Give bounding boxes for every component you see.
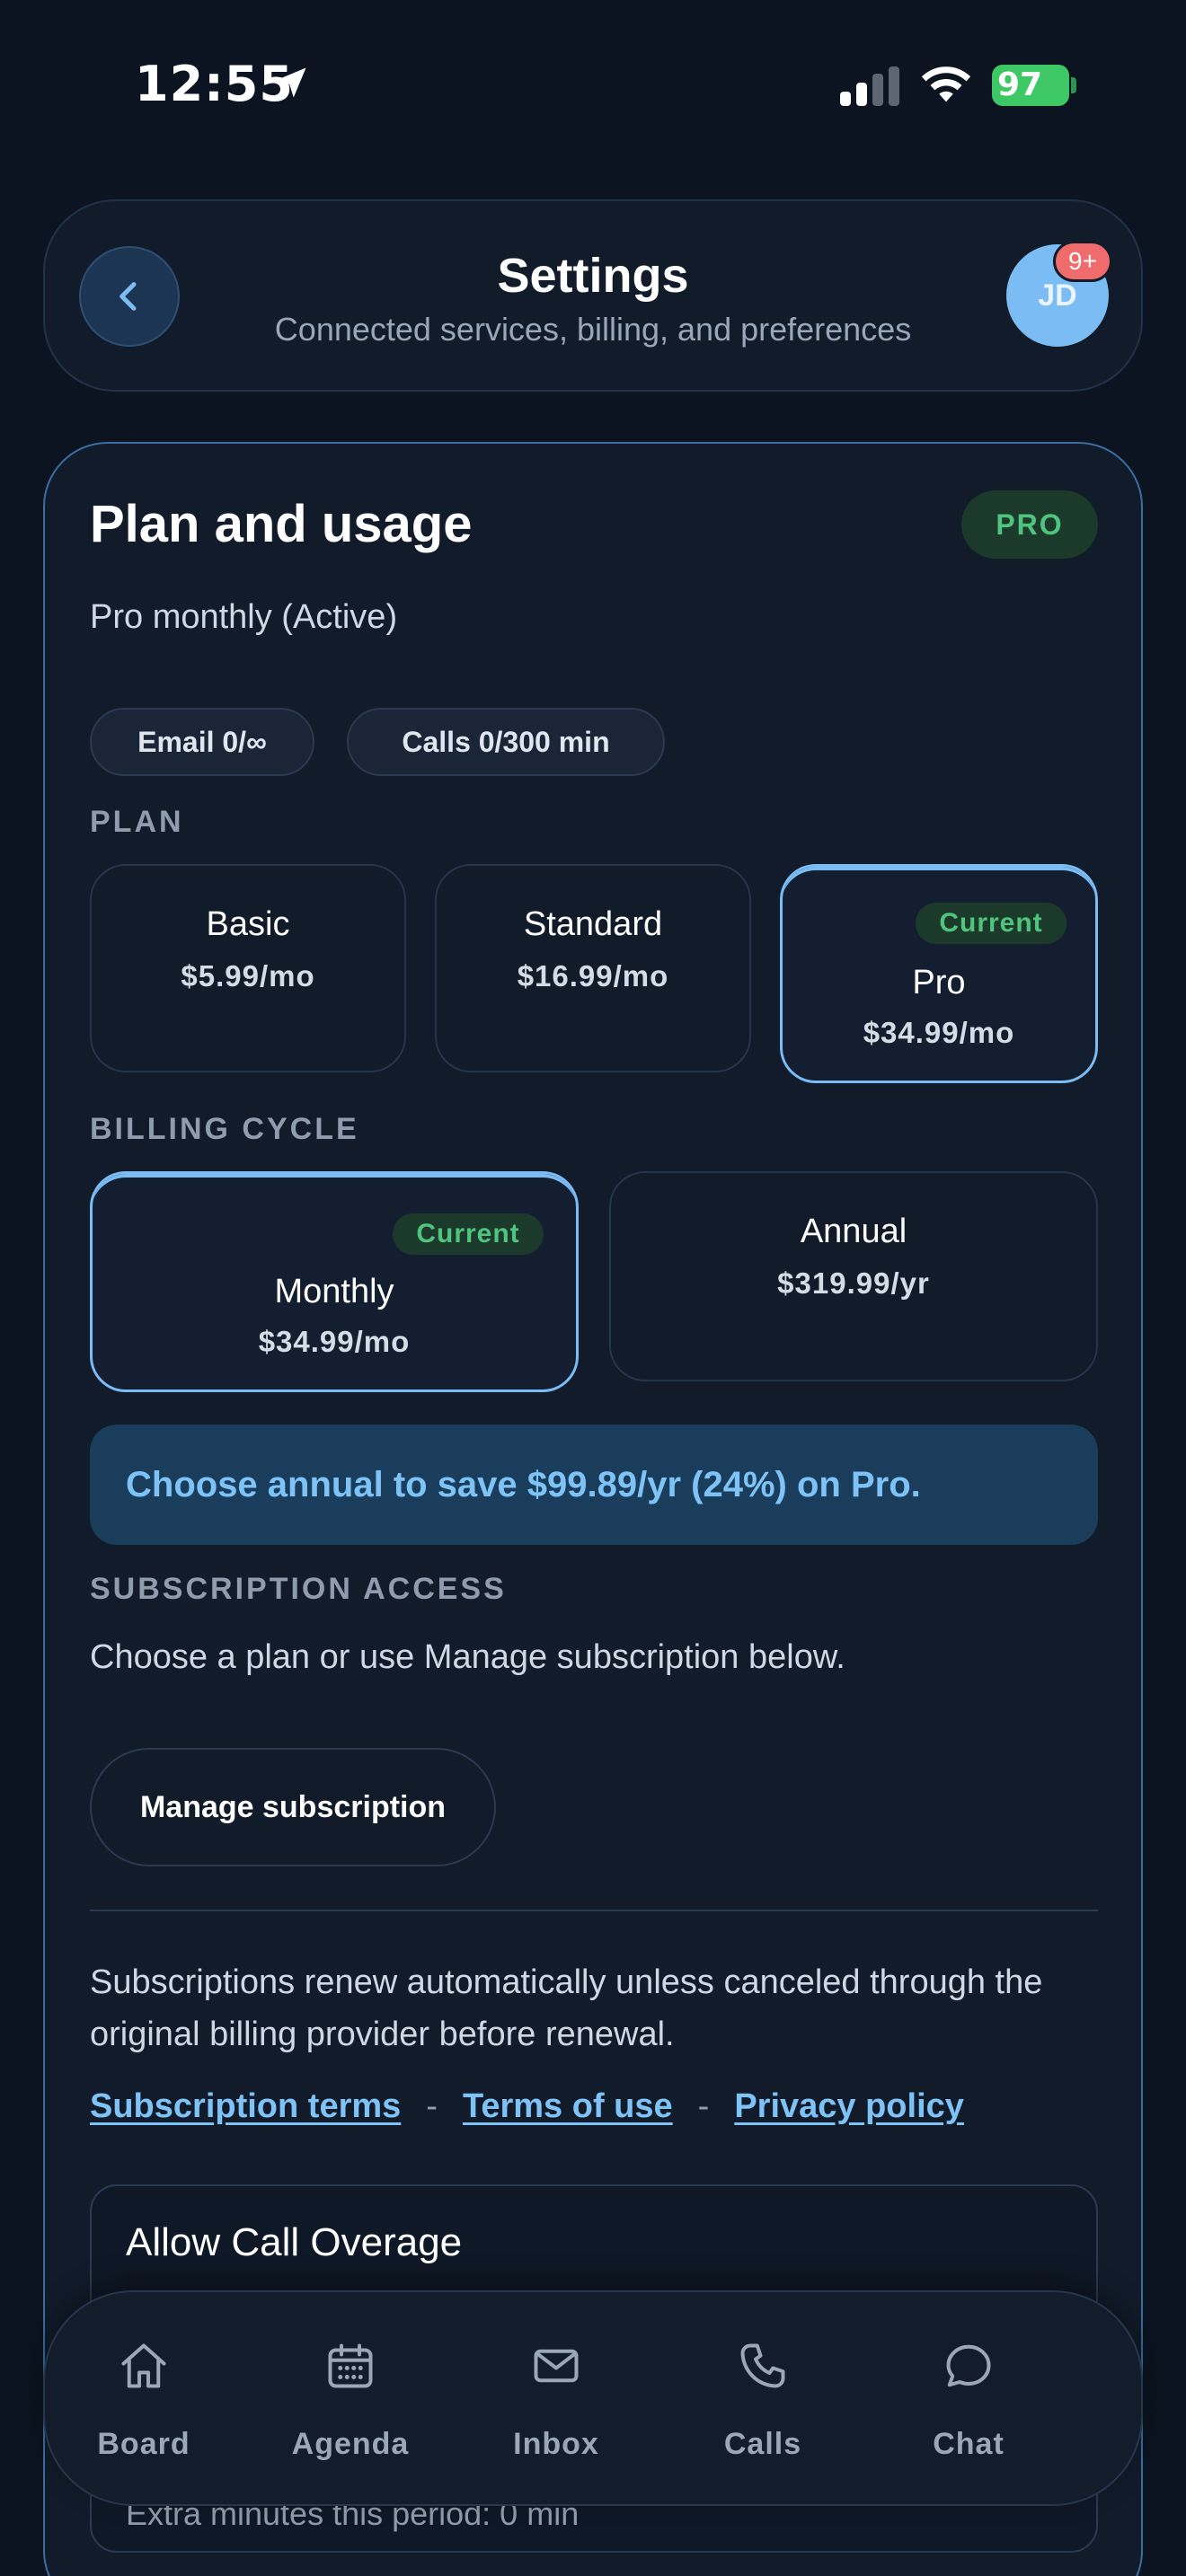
calls-usage-chip: Calls 0/300 min [347, 708, 665, 776]
plan-option-pro[interactable]: Current Pro $34.99/mo [780, 864, 1098, 1083]
plan-option-standard[interactable]: Standard $16.99/mo [435, 864, 751, 1072]
nav-label: Agenda [291, 2427, 410, 2461]
billing-price: $34.99/mo [258, 1325, 411, 1358]
nav-label: Chat [933, 2427, 1005, 2461]
divider [90, 1910, 1098, 1911]
plan-price: $5.99/mo [181, 959, 315, 992]
mail-icon [534, 2349, 579, 2383]
billing-option-annual[interactable]: Annual $319.99/yr [609, 1171, 1098, 1381]
nav-chat[interactable]: Chat [870, 2292, 1067, 2508]
billing-option-monthly[interactable]: Current Monthly $34.99/mo [90, 1171, 579, 1392]
link-separator: - [697, 2087, 710, 2125]
home-icon [121, 2343, 166, 2388]
current-tag: Current [916, 903, 1067, 944]
terms-of-use-link[interactable]: Terms of use [463, 2087, 673, 2125]
billing-name: Monthly [274, 1273, 394, 1310]
plan-price: $34.99/mo [863, 1016, 1015, 1049]
nav-agenda[interactable]: Agenda [252, 2292, 449, 2508]
notification-badge: 9+ [1053, 241, 1112, 282]
annual-savings-banner: Choose annual to save $99.89/yr (24%) on… [90, 1425, 1098, 1545]
link-separator: - [426, 2087, 438, 2125]
privacy-policy-link[interactable]: Privacy policy [734, 2087, 964, 2125]
legal-links: Subscription terms - Terms of use - Privacy … [90, 2087, 964, 2126]
nav-calls[interactable]: Calls [664, 2292, 862, 2508]
manage-subscription-button[interactable]: Manage subscription [90, 1748, 496, 1866]
nav-label: Calls [723, 2427, 802, 2461]
page-subtitle: Connected services, billing, and prefere… [274, 311, 912, 348]
phone-icon [740, 2343, 785, 2388]
plan-usage-card: Plan and usage PRO Pro monthly (Active) … [43, 442, 1143, 2576]
page-title: Settings [497, 249, 689, 303]
plan-name: Basic [206, 905, 290, 943]
plan-name: Standard [523, 905, 663, 943]
nav-label: Board [97, 2427, 190, 2461]
status-time: 12:55 [135, 56, 294, 112]
billing-name: Annual [800, 1213, 907, 1250]
settings-header: Settings Connected services, billing, an… [43, 199, 1143, 392]
billing-section-label: BILLING CYCLE [90, 1112, 359, 1146]
plan-option-basic[interactable]: Basic $5.99/mo [90, 864, 406, 1072]
renewal-notice: Subscriptions renew automatically unless… [90, 1963, 1043, 2053]
signal-icon [840, 66, 899, 106]
current-tag: Current [393, 1213, 544, 1255]
battery-tip [1071, 77, 1076, 93]
plan-badge: PRO [961, 490, 1098, 559]
card-title: Plan and usage [90, 495, 473, 553]
subscription-terms-link[interactable]: Subscription terms [90, 2087, 401, 2125]
status-bar: 12:55 97 [0, 0, 1186, 171]
billing-price: $319.99/yr [777, 1266, 930, 1300]
bottom-navigation: Board Agenda Inbox Calls Chat [43, 2290, 1143, 2506]
plan-section-label: PLAN [90, 805, 184, 839]
wifi-icon [921, 66, 971, 102]
battery-indicator: 97 [992, 65, 1078, 106]
plan-name: Pro [912, 964, 966, 1001]
calendar-icon [328, 2343, 373, 2388]
nav-board[interactable]: Board [45, 2292, 243, 2508]
overage-title: Allow Call Overage [126, 2220, 463, 2264]
chat-bubble-icon [946, 2344, 991, 2387]
subscription-access-label: SUBSCRIPTION ACCESS [90, 1572, 507, 1606]
plan-price: $16.99/mo [517, 959, 669, 992]
subscription-access-text: Choose a plan or use Manage subscription… [90, 1638, 845, 1676]
location-arrow-icon [276, 67, 306, 98]
battery-level: 97 [992, 65, 1069, 106]
nav-label: Inbox [513, 2427, 599, 2461]
email-usage-chip: Email 0/∞ [90, 708, 314, 776]
nav-inbox[interactable]: Inbox [457, 2292, 655, 2508]
plan-status: Pro monthly (Active) [90, 598, 398, 636]
